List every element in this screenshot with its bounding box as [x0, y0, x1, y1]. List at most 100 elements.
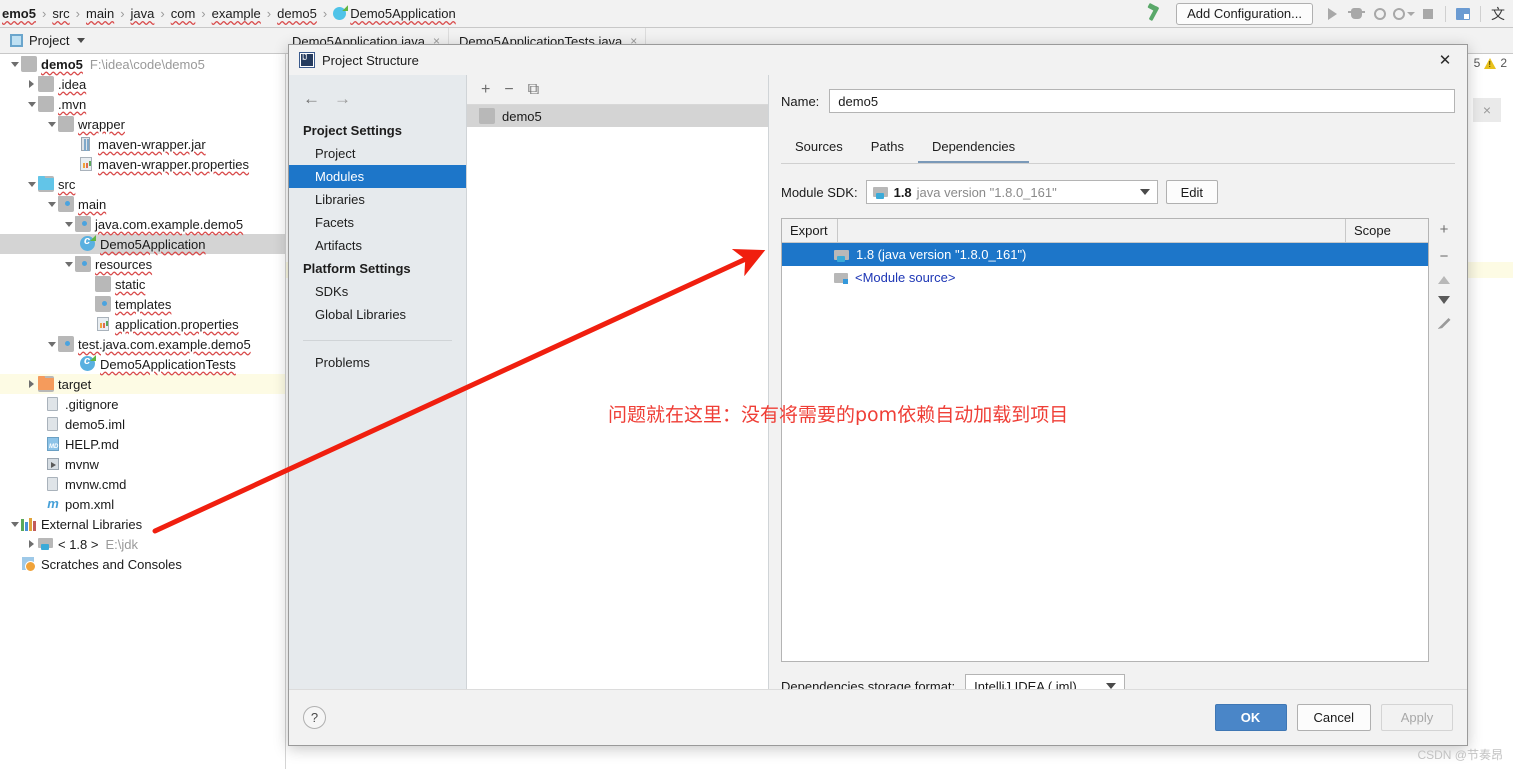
tree-row-demo5application[interactable]: Demo5Application [0, 234, 285, 254]
folder-marked-icon [75, 216, 91, 232]
sidebar-navigation: ← → [289, 75, 466, 119]
tree-row-target[interactable]: target [0, 374, 285, 394]
dependencies-table[interactable]: Export Scope 1.8 (java version "1.8.0_16… [781, 218, 1429, 662]
tree-row-external-libraries[interactable]: External Libraries [0, 514, 285, 534]
source-folder-icon [38, 176, 54, 192]
inspection-status[interactable]: 5 2 [1474, 56, 1507, 70]
sidebar-item-global-libraries[interactable]: Global Libraries [289, 303, 466, 326]
tree-row-mvnw-cmd[interactable]: mvnw.cmd [0, 474, 285, 494]
database-icon[interactable] [1452, 3, 1474, 25]
breadcrumb-item-example[interactable]: example [207, 0, 266, 27]
tree-row-test-package[interactable]: test.java.com.example.demo5 [0, 334, 285, 354]
chevron-down-icon[interactable] [25, 174, 38, 194]
breadcrumb-item-com[interactable]: com [166, 0, 201, 27]
debug-icon[interactable] [1345, 3, 1367, 25]
chevron-right-icon[interactable] [25, 74, 38, 94]
minus-icon[interactable]: − [1440, 249, 1449, 264]
tree-row-wrapper[interactable]: wrapper [0, 114, 285, 134]
sidebar-item-problems[interactable]: Problems [289, 351, 466, 374]
breadcrumb-item-java[interactable]: java [126, 0, 160, 27]
tree-row-pom-xml[interactable]: m pom.xml [0, 494, 285, 514]
sidebar-item-project[interactable]: Project [289, 142, 466, 165]
sidebar-item-modules[interactable]: Modules [289, 165, 466, 188]
tree-row-maven-wrapper-properties[interactable]: maven-wrapper.properties [0, 154, 285, 174]
tree-row-demo5[interactable]: demo5 F:\idea\code\demo5 [0, 54, 285, 74]
tree-row-resources[interactable]: resources [0, 254, 285, 274]
tree-row-gitignore[interactable]: .gitignore [0, 394, 285, 414]
folder-icon [95, 276, 111, 292]
chevron-down-icon[interactable] [45, 194, 58, 214]
move-up-icon[interactable] [1438, 276, 1450, 284]
sidebar-item-libraries[interactable]: Libraries [289, 188, 466, 211]
chevron-down-icon[interactable] [8, 514, 21, 534]
tree-row-main[interactable]: main [0, 194, 285, 214]
module-list-item-demo5[interactable]: demo5 [467, 105, 768, 127]
translate-icon[interactable]: 文 [1487, 3, 1509, 25]
help-icon[interactable]: ? [303, 706, 326, 729]
tree-row-src[interactable]: src [0, 174, 285, 194]
chevron-right-icon[interactable] [25, 374, 38, 394]
tree-row-help-md[interactable]: HELP.md [0, 434, 285, 454]
sidebar-item-facets[interactable]: Facets [289, 211, 466, 234]
run-with-coverage-icon[interactable] [1369, 3, 1391, 25]
stop-icon[interactable] [1417, 3, 1439, 25]
tree-row-mvn[interactable]: .mvn [0, 94, 285, 114]
cancel-button[interactable]: Cancel [1296, 704, 1371, 731]
module-name-input[interactable]: demo5 [829, 89, 1455, 113]
tab-dependencies[interactable]: Dependencies [917, 133, 1030, 163]
arrow-left-icon[interactable]: ← [303, 89, 320, 109]
plus-icon[interactable]: + [1440, 222, 1449, 237]
profile-icon[interactable] [1393, 3, 1415, 25]
tree-label: test.java.com.example.demo5 [78, 336, 251, 352]
tree-row-templates[interactable]: templates [0, 294, 285, 314]
tree-row-static[interactable]: static [0, 274, 285, 294]
arrow-right-icon[interactable]: → [334, 89, 351, 109]
breadcrumb-item-src[interactable]: src [47, 0, 74, 27]
move-down-icon[interactable] [1438, 296, 1450, 304]
tab-paths[interactable]: Paths [857, 133, 918, 163]
tree-row-scratches[interactable]: Scratches and Consoles [0, 554, 285, 574]
module-sdk-dropdown[interactable]: 1.8 java version "1.8.0_161" [865, 180, 1158, 204]
hammer-icon[interactable] [1146, 3, 1168, 25]
module-source-icon [834, 271, 849, 285]
sidebar-item-sdks[interactable]: SDKs [289, 280, 466, 303]
add-configuration-button[interactable]: Add Configuration... [1176, 2, 1313, 25]
chevron-down-icon[interactable] [62, 214, 75, 234]
chevron-down-icon[interactable] [45, 114, 58, 134]
copy-icon[interactable]: ⧉ [528, 81, 539, 98]
breadcrumb-item-main[interactable]: main [81, 0, 119, 27]
edit-pencil-icon[interactable] [1437, 317, 1451, 329]
breadcrumb-item-demo5[interactable]: emo5 [0, 0, 41, 27]
chevron-down-icon[interactable] [62, 254, 75, 274]
run-icon[interactable] [1321, 3, 1343, 25]
tree-row-application-properties[interactable]: application.properties [0, 314, 285, 334]
tree-row-java-package[interactable]: java.com.example.demo5 [0, 214, 285, 234]
dialog-body: ← → Project Settings Project Modules Lib… [289, 75, 1467, 698]
table-row[interactable]: 1.8 (java version "1.8.0_161") [782, 243, 1428, 266]
table-row[interactable]: <Module source> [782, 266, 1428, 289]
tree-row-mvnw[interactable]: mvnw [0, 454, 285, 474]
breadcrumb-item-demo5application[interactable]: Demo5Application [328, 0, 461, 27]
apply-button[interactable]: Apply [1381, 704, 1453, 731]
tree-row-demo5-iml[interactable]: demo5.iml [0, 414, 285, 434]
edit-sdk-button[interactable]: Edit [1165, 180, 1218, 204]
chevron-right-icon[interactable] [25, 534, 38, 554]
chevron-down-icon[interactable] [8, 54, 21, 74]
tree-row-jdk[interactable]: < 1.8 > E:\jdk [0, 534, 285, 554]
tree-row-idea[interactable]: .idea [0, 74, 285, 94]
project-tool-window-button[interactable]: Project [0, 33, 86, 48]
sidebar-item-artifacts[interactable]: Artifacts [289, 234, 466, 257]
plus-icon[interactable]: + [481, 81, 490, 98]
minus-icon[interactable]: − [504, 81, 513, 98]
project-tree[interactable]: demo5 F:\idea\code\demo5 .idea .mvn wrap… [0, 54, 286, 769]
tree-row-maven-wrapper-jar[interactable]: maven-wrapper.jar [0, 134, 285, 154]
breadcrumb-item-demo5-pkg[interactable]: demo5 [272, 0, 322, 27]
cmd-file-icon [45, 476, 61, 492]
tab-sources[interactable]: Sources [781, 133, 857, 163]
tree-row-demo5applicationtests[interactable]: Demo5ApplicationTests [0, 354, 285, 374]
ok-button[interactable]: OK [1214, 704, 1287, 731]
close-icon[interactable]: ✕ [1423, 45, 1467, 75]
close-icon[interactable]: × [1473, 98, 1501, 122]
chevron-down-icon[interactable] [45, 334, 58, 354]
chevron-down-icon[interactable] [25, 94, 38, 114]
